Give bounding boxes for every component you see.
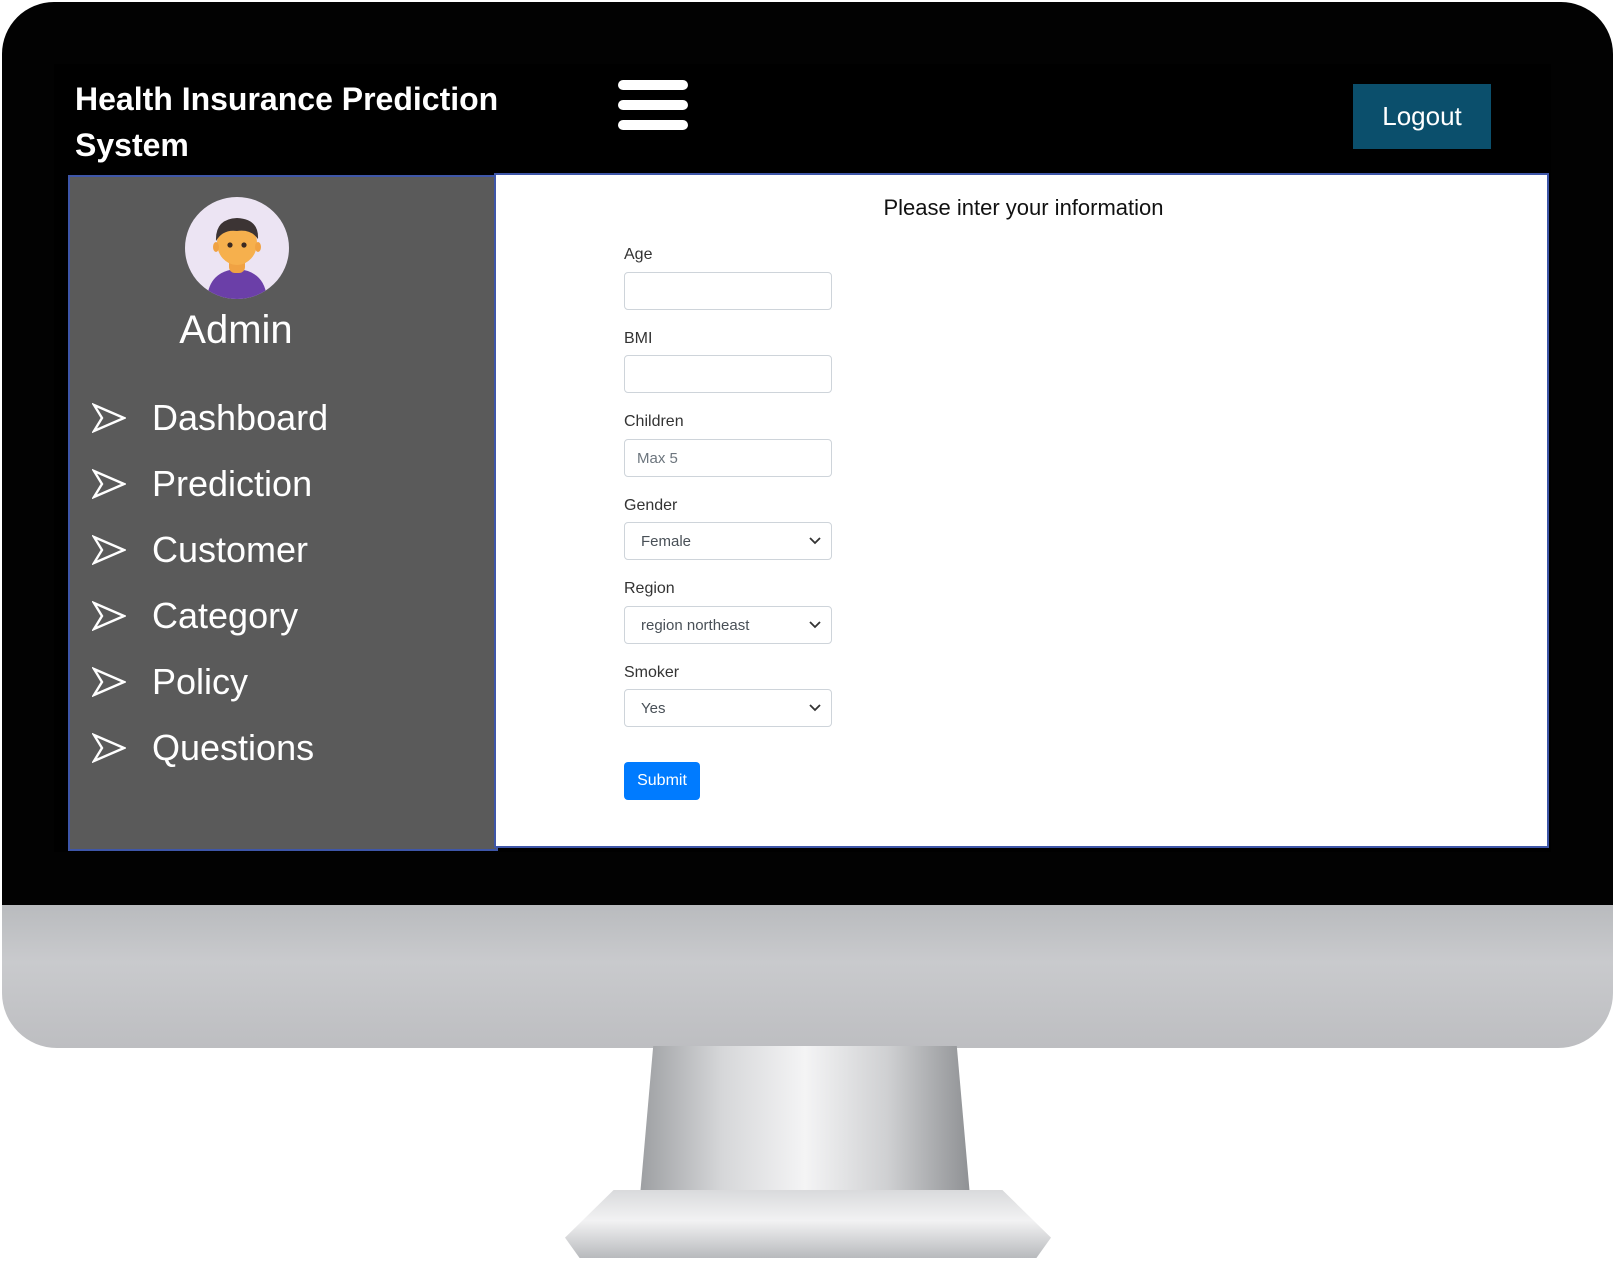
gender-selected-value: Female [641, 532, 692, 550]
smoker-label: Smoker [624, 664, 680, 681]
sidebar-item-label: Dashboard [152, 397, 329, 438]
chevron-down-icon [809, 621, 821, 629]
hamburger-menu-icon[interactable] [618, 80, 688, 130]
arrow-right-icon [92, 535, 126, 565]
age-input[interactable] [624, 272, 832, 310]
monitor-chin [2, 905, 1613, 1048]
user-avatar-icon [185, 197, 289, 299]
children-input[interactable] [624, 439, 832, 477]
smoker-selected-value: Yes [641, 699, 666, 717]
prediction-form-panel: Please inter your information Age BMI Ch… [494, 173, 1549, 848]
form-heading: Please inter your information [883, 195, 1164, 220]
gender-select[interactable]: Female [624, 522, 832, 560]
sidebar-item-label: Prediction [152, 463, 313, 504]
logout-button[interactable]: Logout [1353, 84, 1491, 149]
arrow-right-icon [92, 601, 126, 631]
age-label: Age [624, 246, 653, 263]
sidebar-item-label: Category [152, 595, 299, 636]
arrow-right-icon [92, 403, 126, 433]
smoker-select[interactable]: Yes [624, 689, 832, 727]
submit-button[interactable]: Submit [624, 762, 700, 800]
app-screen: Health Insurance Prediction System Logou… [54, 64, 1551, 852]
gender-label: Gender [624, 497, 678, 514]
arrow-right-icon [92, 469, 126, 499]
sidebar-item-label: Policy [152, 661, 249, 702]
bmi-input[interactable] [624, 355, 832, 393]
sidebar-item-prediction[interactable]: Prediction [92, 459, 472, 509]
arrow-right-icon [92, 667, 126, 697]
app-title: Health Insurance Prediction System [75, 81, 499, 163]
sidebar-item-dashboard[interactable]: Dashboard [92, 393, 472, 443]
arrow-right-icon [92, 733, 126, 763]
monitor-stand-base [565, 1190, 1051, 1258]
chevron-down-icon [809, 704, 821, 712]
admin-name: Admin [179, 308, 293, 352]
region-select[interactable]: region northeast [624, 606, 832, 644]
sidebar-item-label: Questions [152, 727, 315, 768]
sidebar-item-questions[interactable]: Questions [92, 723, 472, 773]
bmi-label: BMI [624, 330, 653, 347]
sidebar-item-category[interactable]: Category [92, 591, 472, 641]
region-label: Region [624, 580, 675, 597]
sidebar-item-customer[interactable]: Customer [92, 525, 472, 575]
region-selected-value: region northeast [641, 616, 750, 634]
sidebar-item-policy[interactable]: Policy [92, 657, 472, 707]
sidebar-item-label: Customer [152, 529, 309, 570]
monitor-stand-neck [640, 1046, 970, 1196]
chevron-down-icon [809, 537, 821, 545]
sidebar: Admin Dashboard Prediction Customer Cate… [68, 175, 498, 851]
children-label: Children [624, 413, 684, 430]
